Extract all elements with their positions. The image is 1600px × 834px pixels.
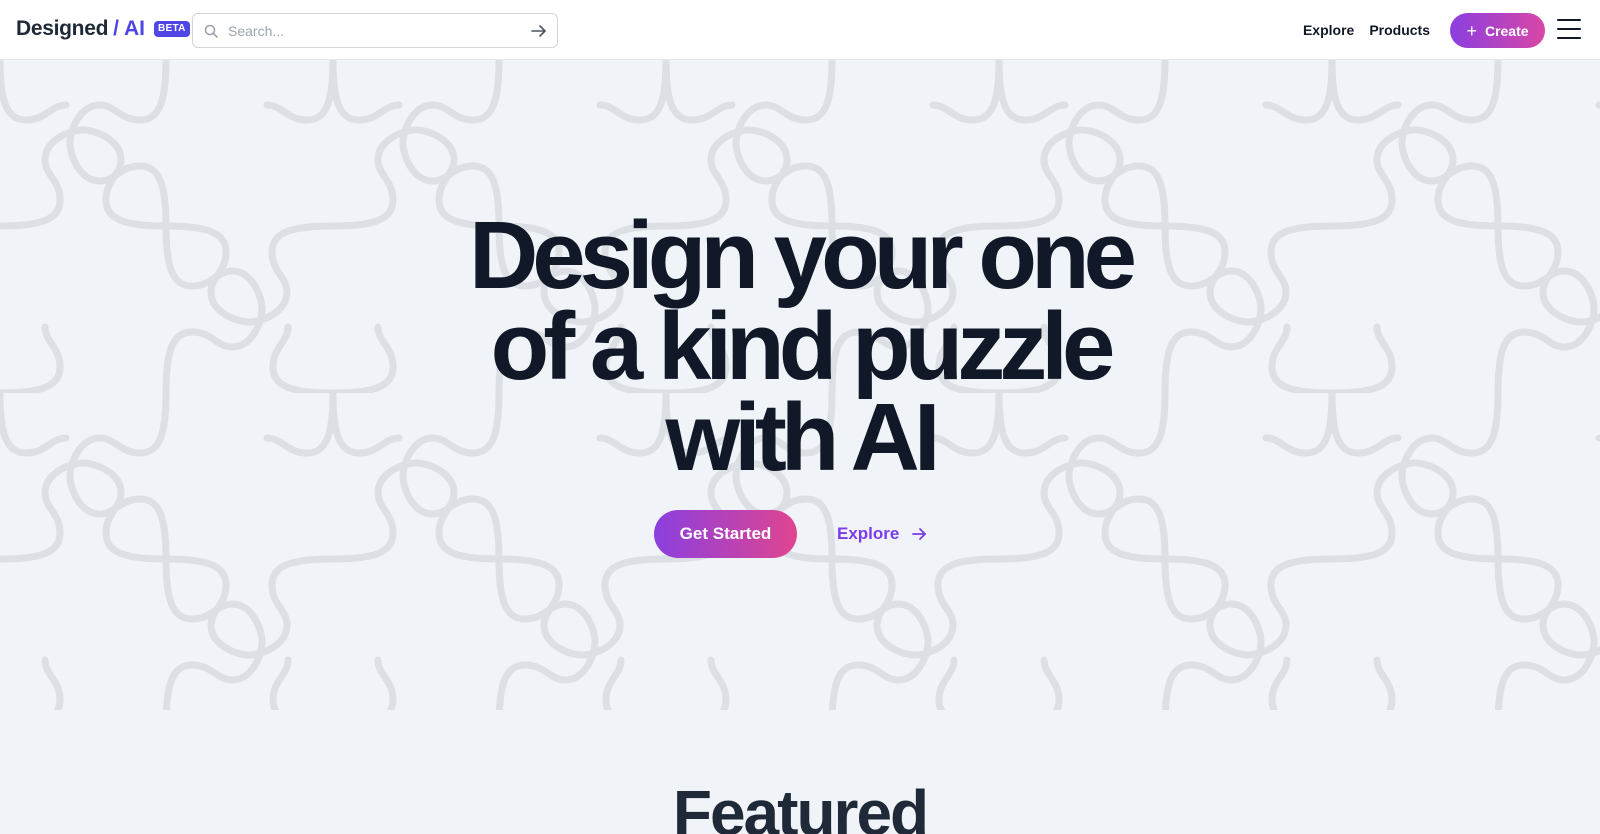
top-navbar: Designed / AI BETA Explore Products + Cr… — [0, 0, 1600, 60]
hero-content: Design your one of a kind puzzle with AI… — [0, 60, 1600, 710]
beta-badge: BETA — [154, 21, 190, 37]
arrow-right-icon — [911, 525, 929, 543]
logo-name: Designed — [16, 17, 109, 40]
hero-title: Design your one of a kind puzzle with AI — [300, 202, 1300, 491]
featured-heading: Featured — [672, 777, 929, 834]
logo-accent: / AI — [113, 17, 146, 40]
create-button[interactable]: + Create — [1450, 13, 1545, 48]
nav-products[interactable]: Products — [1369, 22, 1430, 38]
search-icon — [203, 23, 219, 39]
hero-title-line: Design your one — [468, 202, 1137, 309]
get-started-button[interactable]: Get Started — [654, 510, 797, 558]
explore-link-label: Explore — [837, 524, 900, 543]
create-label: Create — [1484, 22, 1529, 39]
explore-link[interactable]: Explore — [837, 510, 929, 558]
hero-title-line: of a kind puzzle — [490, 293, 1116, 400]
main-nav: Explore Products — [1288, 0, 1430, 60]
search-bar — [192, 13, 558, 48]
logo[interactable]: Designed / AI BETA — [16, 17, 190, 41]
hamburger-menu-icon[interactable] — [1557, 19, 1581, 41]
hero-title-line: with AI — [665, 384, 940, 491]
search-input[interactable] — [228, 22, 529, 39]
plus-icon: + — [1466, 20, 1477, 41]
hero-section: Design your one of a kind puzzle with AI… — [0, 60, 1600, 710]
nav-explore[interactable]: Explore — [1303, 22, 1354, 38]
arrow-right-icon[interactable] — [529, 21, 549, 41]
